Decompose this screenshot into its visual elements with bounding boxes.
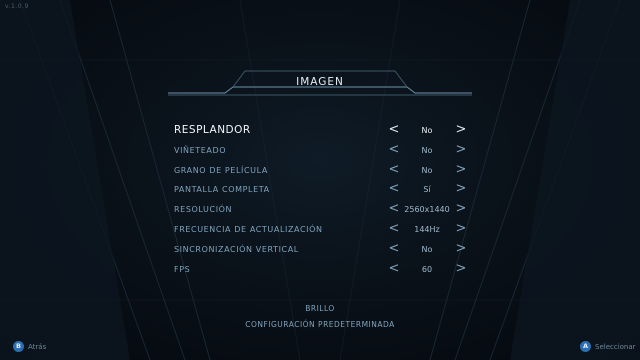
- setting-label: RESOLUCIÓN: [174, 205, 233, 215]
- setting-row[interactable]: SINCRONIZACIÓN VERTICAL < No >: [174, 241, 470, 260]
- select-prompt[interactable]: A Seleccionar: [580, 341, 636, 352]
- back-prompt[interactable]: B Atrás: [13, 341, 46, 352]
- setting-row[interactable]: RESPLANDOR < No >: [174, 122, 470, 141]
- setting-row[interactable]: RESOLUCIÓN <2560x1440 >: [174, 201, 470, 220]
- setting-value: No: [421, 126, 433, 135]
- setting-label: FRECUENCIA DE ACTUALIZACIÓN: [174, 225, 323, 234]
- setting-value: 2560x1440: [404, 205, 450, 215]
- arrow-right-icon[interactable]: >: [455, 221, 467, 237]
- arrow-right-icon[interactable]: >: [455, 162, 467, 178]
- back-label: Atrás: [28, 342, 47, 351]
- setting-label: SINCRONIZACIÓN VERTICAL: [174, 244, 299, 254]
- select-label: Seleccionar: [595, 342, 636, 351]
- setting-label: VIÑETEADO: [174, 145, 227, 155]
- setting-label: GRANO DE PELÍCULA: [174, 165, 268, 175]
- arrow-right-icon[interactable]: >: [455, 142, 467, 158]
- arrow-right-icon[interactable]: >: [455, 201, 467, 217]
- b-button-icon: B: [13, 341, 24, 352]
- setting-value: 60: [421, 264, 433, 274]
- arrow-right-icon[interactable]: >: [455, 122, 467, 138]
- setting-row[interactable]: PANTALLA COMPLETA < Sí >: [174, 181, 470, 200]
- default-settings-button[interactable]: CONFIGURACIÓN PREDETERMINADA: [0, 320, 640, 329]
- setting-label: PANTALLA COMPLETA: [174, 185, 270, 195]
- setting-row[interactable]: FPS <60 >: [174, 261, 470, 280]
- setting-label: RESPLANDOR: [174, 124, 251, 136]
- arrow-right-icon[interactable]: >: [455, 181, 467, 197]
- setting-value: No: [421, 165, 433, 175]
- setting-row[interactable]: GRANO DE PELÍCULA < No >: [174, 162, 470, 181]
- a-button-icon: A: [580, 341, 591, 352]
- page-title: IMAGEN: [296, 76, 344, 88]
- setting-value: Sí: [423, 185, 431, 195]
- setting-row[interactable]: FRECUENCIA DE ACTUALIZACIÓN <144Hz >: [174, 221, 470, 240]
- setting-value: 144Hz: [414, 225, 440, 234]
- arrow-right-icon[interactable]: >: [455, 261, 467, 277]
- setting-value: No: [421, 145, 433, 155]
- setting-value: No: [421, 244, 433, 254]
- brightness-button[interactable]: BRILLO: [0, 304, 640, 313]
- arrow-right-icon[interactable]: >: [455, 241, 467, 257]
- setting-row[interactable]: VIÑETEADO < No >: [174, 142, 470, 161]
- setting-label: FPS: [174, 264, 191, 274]
